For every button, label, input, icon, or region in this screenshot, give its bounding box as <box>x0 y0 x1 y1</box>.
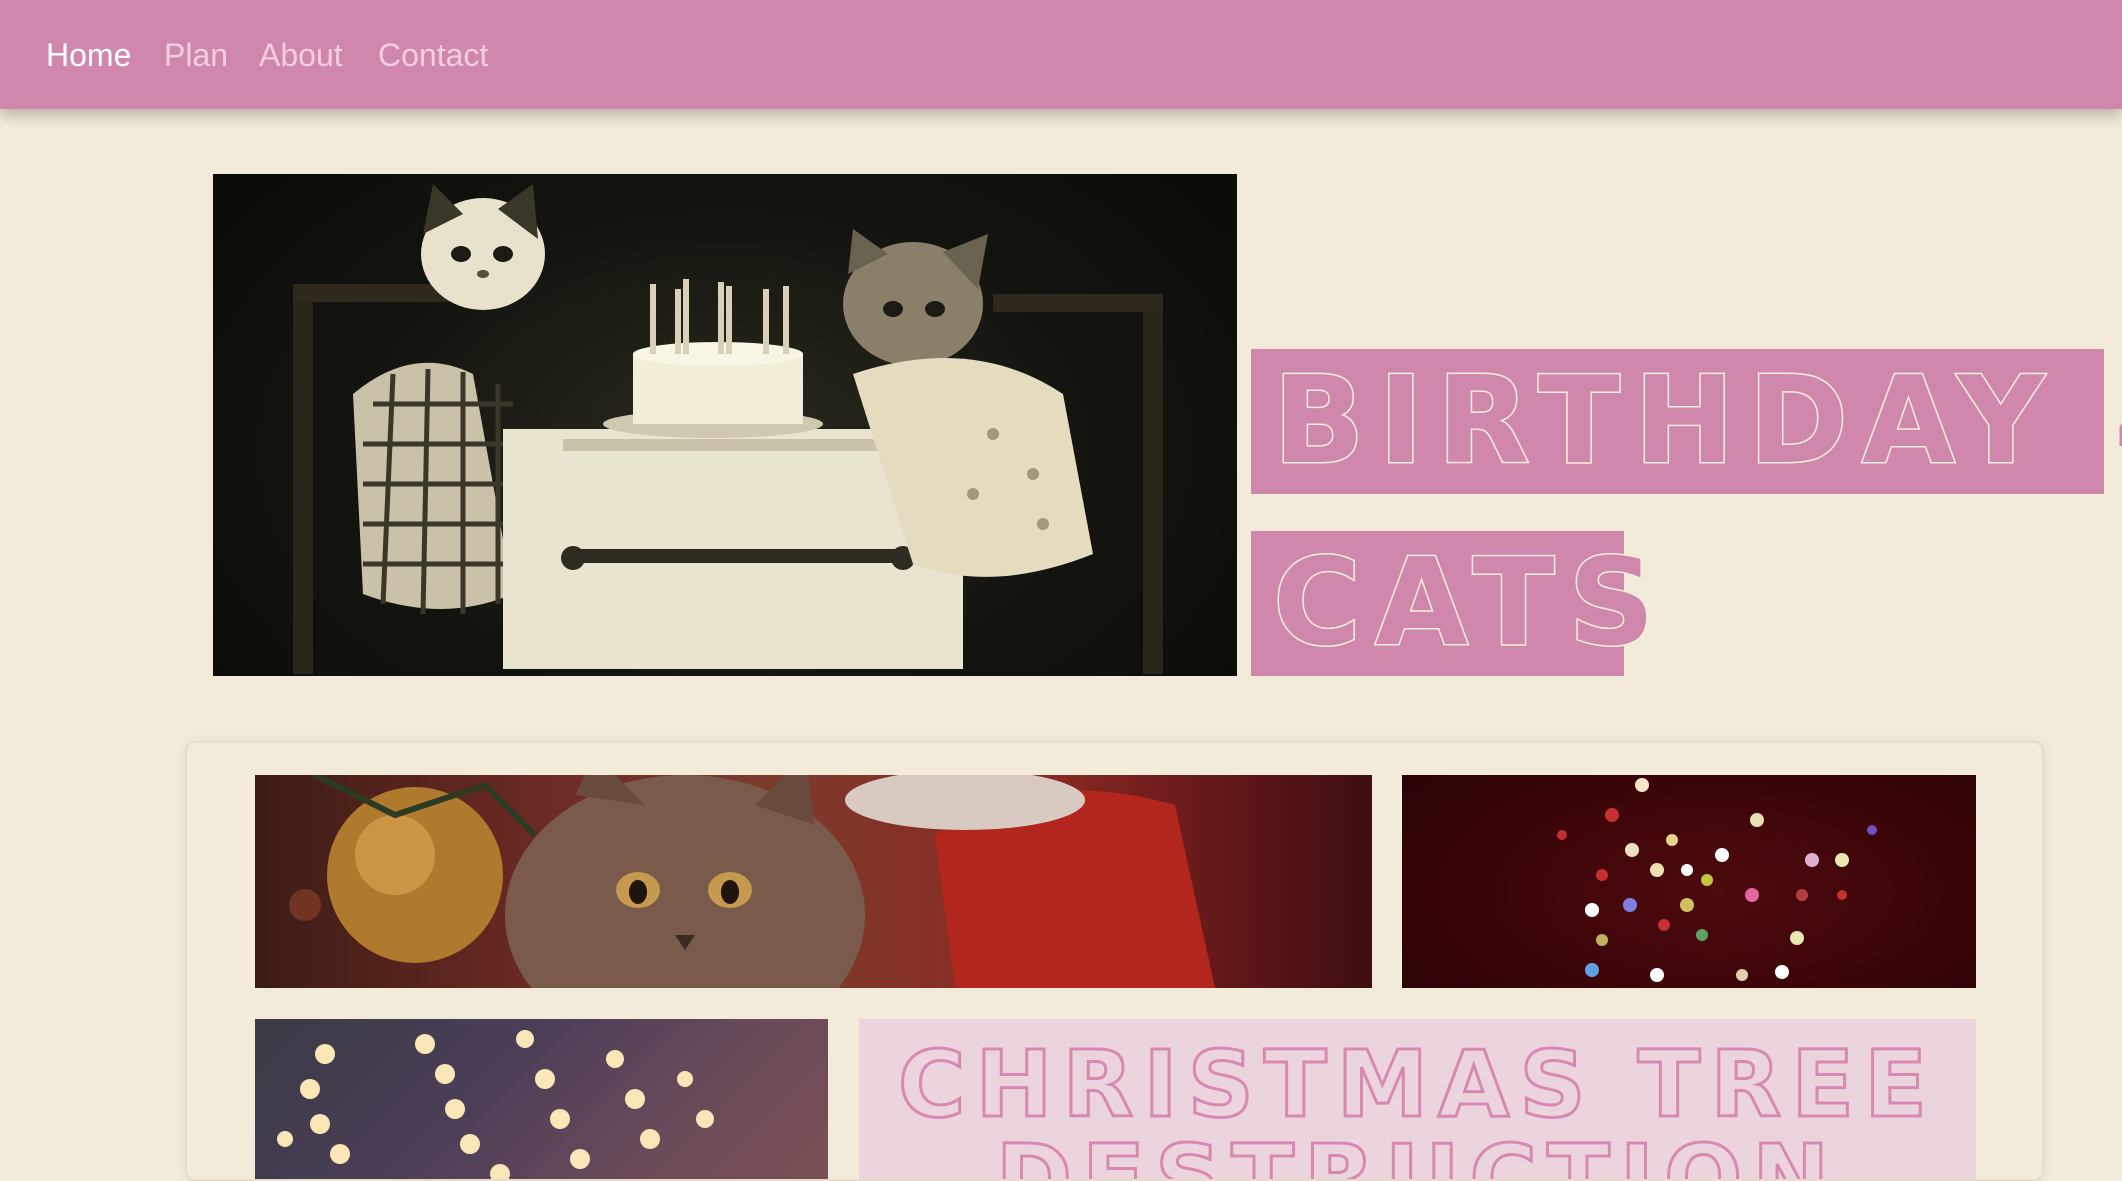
hero-title-line-2: CATS <box>1251 531 1656 676</box>
christmas-title-line-2: DESTRUCTION <box>994 1125 1840 1181</box>
hero-title-line-1: BIRTHDAY 4 <box>1251 349 2122 494</box>
christmas-tree-lights-photo <box>255 1019 828 1179</box>
red-bokeh-lights-photo <box>1402 775 1976 988</box>
christmas-title-line-1: CHRISTMAS TREE <box>897 1031 1937 1138</box>
nav-link-about[interactable]: About <box>259 36 343 74</box>
christmas-kitten-photo <box>255 775 1372 988</box>
top-navbar: Home Plan About Contact <box>0 0 2122 109</box>
nav-link-contact[interactable]: Contact <box>378 36 488 74</box>
christmas-tree-destruction-banner: CHRISTMAS TREE DESTRUCTION <box>859 1019 1976 1181</box>
kittens-birthday-photo <box>213 174 1237 676</box>
gallery-card: CHRISTMAS TREE DESTRUCTION <box>185 741 2044 1181</box>
nav-link-plan[interactable]: Plan <box>164 36 228 74</box>
nav-link-home[interactable]: Home <box>46 36 131 74</box>
